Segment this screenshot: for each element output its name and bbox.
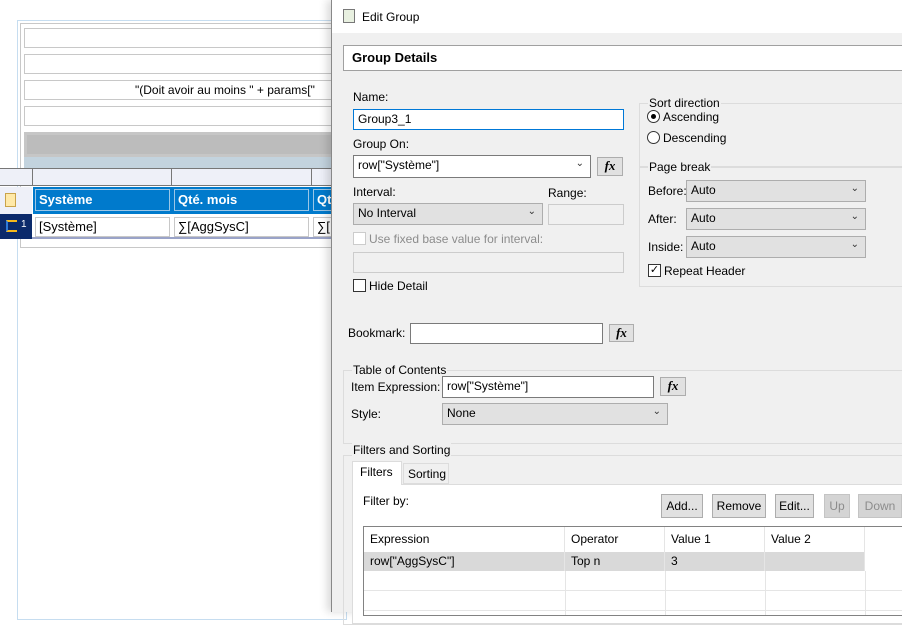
report-row-1[interactable]	[24, 28, 344, 48]
descending-radio[interactable]	[647, 131, 660, 144]
report-expression-cell[interactable]: "(Doit avoir au moins " + params["	[24, 80, 344, 100]
hide-detail-checkbox[interactable]	[353, 279, 366, 292]
fixed-base-checkbox[interactable]	[353, 232, 366, 245]
descending-label: Descending	[663, 131, 727, 145]
style-label: Style:	[351, 407, 382, 421]
group-on-combo[interactable]: row["Système"] ⌄	[353, 155, 591, 178]
column-header-operator[interactable]: Operator	[565, 527, 665, 552]
fixed-base-label: Use fixed base value for interval:	[369, 232, 544, 246]
chevron-down-icon[interactable]: ⌄	[528, 206, 536, 217]
group-level-icon	[6, 220, 17, 232]
column-handles	[0, 168, 340, 186]
up-button[interactable]: Up	[824, 494, 850, 518]
bookmark-input[interactable]	[410, 323, 603, 344]
cell-value1: 3	[665, 552, 765, 571]
report-group-band	[24, 132, 344, 157]
chevron-down-icon[interactable]: ⌄	[576, 158, 584, 169]
after-select[interactable]: Auto ⌄	[686, 208, 866, 230]
interval-label: Interval:	[353, 185, 396, 199]
name-input[interactable]: Group3_1	[353, 109, 624, 130]
filter-by-label: Filter by:	[363, 494, 410, 508]
item-expression-label: Item Expression:	[351, 380, 441, 394]
ascending-label: Ascending	[663, 110, 720, 124]
column-header-value2[interactable]: Value 2	[765, 527, 865, 552]
detail-cell-aggsysc[interactable]: ∑[AggSysC]	[174, 217, 309, 237]
column-header-expression[interactable]: Expression	[364, 527, 565, 552]
fixed-base-input[interactable]	[353, 252, 624, 273]
chevron-down-icon[interactable]: ⌄	[653, 406, 661, 417]
style-select[interactable]: None ⌄	[442, 403, 668, 425]
table-grid	[364, 571, 902, 615]
after-label: After:	[648, 212, 677, 226]
range-input[interactable]	[548, 204, 624, 225]
table-row[interactable]: row["AggSysC"] Top n 3	[364, 552, 865, 571]
group-on-fx-button[interactable]: fx	[597, 157, 623, 176]
repeat-header-label: Repeat Header	[664, 264, 746, 278]
remove-filter-button[interactable]: Remove	[712, 494, 766, 518]
down-button[interactable]: Down	[858, 494, 902, 518]
add-filter-button[interactable]: Add...	[661, 494, 703, 518]
dialog-title: Edit Group	[362, 10, 420, 24]
report-row-2[interactable]	[24, 54, 344, 74]
interval-select[interactable]: No Interval ⌄	[353, 203, 543, 225]
title-bar: Edit Group	[332, 0, 902, 33]
cell-expression: row["AggSysC"]	[364, 552, 565, 571]
item-expression-fx-button[interactable]: fx	[660, 377, 686, 396]
hide-detail-label: Hide Detail	[369, 279, 428, 293]
report-band-strip	[24, 157, 344, 168]
bookmark-fx-button[interactable]: fx	[609, 324, 634, 342]
before-select[interactable]: Auto ⌄	[686, 180, 866, 202]
header-cell-qte-mois[interactable]: Qté. mois	[174, 189, 309, 211]
header-row-handle[interactable]	[0, 187, 32, 214]
tab-filters[interactable]: Filters	[352, 461, 402, 485]
inside-select[interactable]: Auto ⌄	[686, 236, 866, 258]
range-label: Range:	[548, 186, 587, 200]
name-label: Name:	[353, 90, 389, 104]
group-details-header: Group Details	[343, 45, 902, 71]
ascending-radio[interactable]	[647, 110, 660, 123]
column-header-value1[interactable]: Value 1	[665, 527, 765, 552]
group-on-label: Group On:	[353, 137, 410, 151]
detail-row-handle[interactable]: 1	[0, 214, 32, 239]
bookmark-label: Bookmark:	[348, 326, 406, 340]
item-expression-input[interactable]: row["Système"]	[442, 376, 654, 398]
edit-filter-button[interactable]: Edit...	[775, 494, 814, 518]
report-row-4[interactable]	[24, 106, 344, 126]
cell-value2	[765, 552, 865, 571]
tab-sorting[interactable]: Sorting	[403, 463, 449, 484]
report-group-icon	[343, 9, 355, 23]
table-header-icon	[5, 193, 16, 207]
detail-cell-systeme[interactable]: [Système]	[35, 217, 170, 237]
header-cell-systeme[interactable]: Système	[35, 189, 170, 211]
inside-label: Inside:	[648, 240, 684, 254]
filters-table: Expression Operator Value 1 Value 2 row[…	[363, 526, 902, 616]
chevron-down-icon[interactable]: ⌄	[851, 183, 859, 194]
before-label: Before:	[648, 184, 687, 198]
cell-operator: Top n	[565, 552, 665, 571]
chevron-down-icon[interactable]: ⌄	[851, 211, 859, 222]
repeat-header-checkbox[interactable]: ✓	[648, 264, 661, 277]
chevron-down-icon[interactable]: ⌄	[851, 239, 859, 250]
